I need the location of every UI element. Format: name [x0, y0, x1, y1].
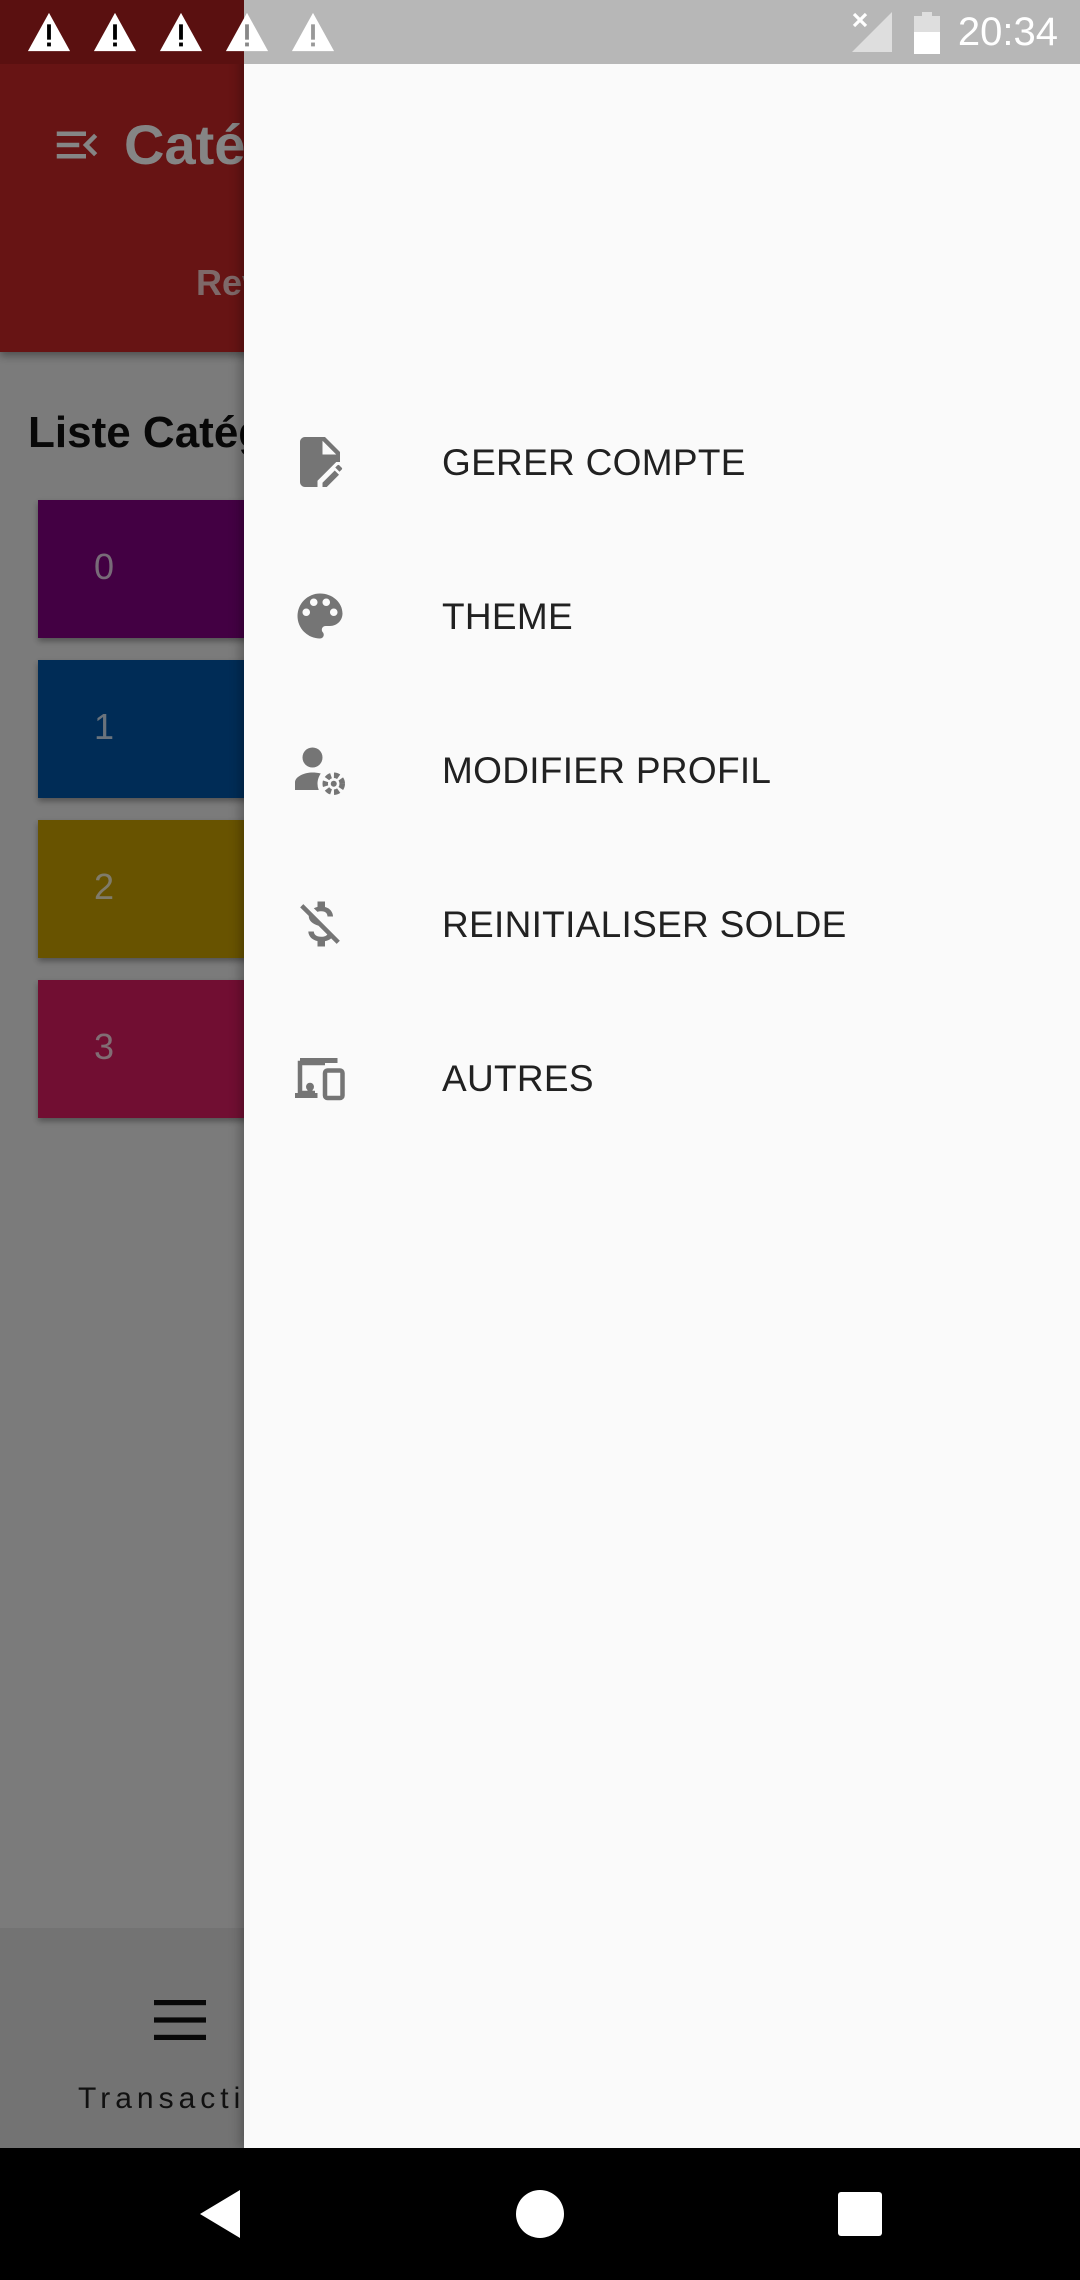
drawer-item-autres[interactable]: AUTRES [244, 1018, 1080, 1138]
drawer-item-label: REINITIALISER SOLDE [442, 904, 847, 945]
battery-icon [914, 12, 940, 54]
devices-icon [295, 1058, 345, 1101]
palette-icon [297, 593, 343, 639]
edit-document-icon [300, 437, 343, 487]
drawer-item-theme[interactable]: THEME [244, 556, 1080, 676]
home-icon[interactable] [516, 2190, 564, 2238]
drawer-item-label: GERER COMPTE [442, 442, 746, 483]
warning-icon [291, 12, 335, 52]
back-icon[interactable] [196, 2188, 244, 2240]
drawer-item-modifier-profil[interactable]: MODIFIER PROFIL [244, 710, 1080, 830]
status-time: 20:34 [957, 10, 1058, 54]
manage-account-icon [295, 747, 346, 796]
warning-icon [27, 12, 71, 52]
signal-off-icon [852, 12, 892, 52]
warning-icon [159, 12, 203, 52]
drawer-item-gerer-compte[interactable]: GERER COMPTE [244, 402, 1080, 522]
navigation-drawer: GERER COMPTE THEME MODIFIER PROFIL REINI… [244, 0, 1080, 2148]
drawer-item-label: MODIFIER PROFIL [442, 750, 772, 791]
drawer-item-label: THEME [442, 596, 573, 637]
system-nav-bar [0, 2148, 1080, 2280]
status-bar: 20:34 [0, 0, 1080, 64]
recents-icon[interactable] [838, 2192, 882, 2236]
warning-icon [225, 12, 269, 52]
money-off-icon [300, 901, 340, 947]
drawer-item-reinitialiser-solde[interactable]: REINITIALISER SOLDE [244, 864, 1080, 984]
drawer-item-label: AUTRES [442, 1058, 594, 1099]
warning-icon [93, 12, 137, 52]
